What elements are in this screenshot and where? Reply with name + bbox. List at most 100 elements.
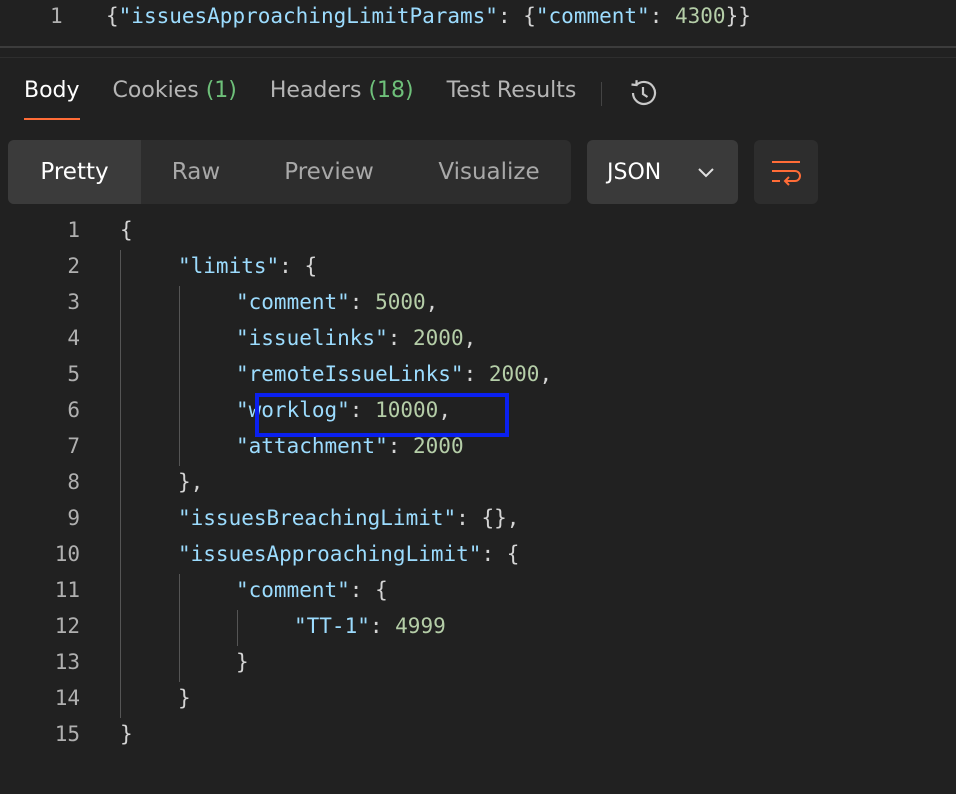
code-text: "TT-1": 4999 bbox=[294, 614, 446, 638]
code-token: 2000 bbox=[413, 434, 464, 458]
line-number: 4 bbox=[67, 326, 80, 350]
code-token: : { bbox=[349, 578, 388, 602]
highlight-box bbox=[255, 393, 509, 437]
code-line: 11 "comment": { bbox=[0, 574, 956, 610]
code-text: "comment": 5000, bbox=[236, 290, 438, 314]
code-token: "issuelinks" bbox=[236, 326, 388, 350]
code-text: "issuelinks": 2000, bbox=[236, 326, 476, 350]
code-text: "issuesApproachingLimit": { bbox=[178, 542, 519, 566]
line-number: 1 bbox=[50, 4, 63, 28]
tab-test-results[interactable]: Test Results bbox=[447, 72, 577, 118]
line-number: 5 bbox=[67, 362, 80, 386]
code-token: : bbox=[649, 4, 675, 28]
view-mode-raw[interactable]: Raw bbox=[141, 140, 251, 204]
code-token: }, bbox=[178, 470, 204, 494]
format-select[interactable]: JSON bbox=[587, 140, 738, 204]
tab-body[interactable]: Body bbox=[24, 72, 80, 120]
request-body-code[interactable]: {"issuesApproachingLimitParams": {"comme… bbox=[106, 4, 751, 28]
code-token: "comment" bbox=[535, 4, 650, 28]
tab-headers[interactable]: Headers (18) bbox=[270, 72, 414, 118]
wrap-lines-icon bbox=[772, 161, 801, 186]
cookies-count: (1) bbox=[205, 78, 237, 103]
code-token: { bbox=[106, 4, 119, 28]
line-number: 7 bbox=[67, 434, 80, 458]
wrap-lines-button[interactable] bbox=[754, 140, 818, 204]
line-number: 9 bbox=[67, 506, 80, 530]
code-text: "attachment": 2000 bbox=[236, 434, 464, 458]
response-body-viewer[interactable]: 1{2 "limits": {3 "comment": 5000, 4 "issueli… bbox=[0, 214, 956, 774]
code-token: 4300 bbox=[674, 4, 726, 28]
code-text: } bbox=[178, 686, 191, 710]
code-token: "issuesApproachingLimitParams" bbox=[118, 4, 498, 28]
code-token: : { bbox=[497, 4, 536, 28]
code-token: : { bbox=[481, 542, 520, 566]
code-line: 4 "issuelinks": 2000, bbox=[0, 322, 956, 358]
code-text: "limits": { bbox=[178, 254, 317, 278]
code-token: : bbox=[369, 614, 396, 638]
code-token: "remoteIssueLinks" bbox=[236, 362, 464, 386]
line-number: 8 bbox=[67, 470, 80, 494]
code-token: 2000 bbox=[488, 362, 540, 386]
code-line: 12 "TT-1": 4999 bbox=[0, 610, 956, 646]
code-token: "attachment" bbox=[236, 434, 388, 458]
line-number: 1 bbox=[67, 218, 80, 242]
response-tabs: Body Cookies (1) Headers (18) Test Resul… bbox=[24, 72, 660, 124]
code-text: } bbox=[236, 650, 249, 674]
code-token: "comment" bbox=[236, 290, 350, 314]
code-text: }, bbox=[178, 470, 203, 494]
tab-cookies[interactable]: Cookies (1) bbox=[113, 72, 237, 118]
code-text: { bbox=[120, 218, 133, 242]
code-token: : bbox=[387, 326, 414, 350]
view-mode-preview[interactable]: Preview bbox=[251, 140, 407, 204]
code-token: "issuesApproachingLimit" bbox=[178, 542, 482, 566]
line-number: 11 bbox=[54, 578, 80, 602]
code-token: , bbox=[463, 326, 477, 350]
code-token: , bbox=[539, 362, 553, 386]
code-token: 2000 bbox=[413, 326, 464, 350]
line-number: 10 bbox=[54, 542, 80, 566]
code-text: "issuesBreachingLimit": {}, bbox=[178, 506, 519, 530]
code-token: : { bbox=[279, 254, 318, 278]
line-number: 6 bbox=[67, 398, 80, 422]
code-line: 3 "comment": 5000, bbox=[0, 286, 956, 322]
code-token: 4999 bbox=[395, 614, 446, 638]
code-token: 5000 bbox=[375, 290, 426, 314]
code-token: : bbox=[463, 362, 489, 386]
tab-separator bbox=[601, 82, 603, 106]
code-line: 13} bbox=[0, 646, 956, 682]
code-line: 15} bbox=[0, 718, 956, 754]
history-icon[interactable] bbox=[626, 76, 660, 110]
code-token: { bbox=[120, 218, 133, 242]
line-number: 3 bbox=[67, 290, 80, 314]
code-line: 14} bbox=[0, 682, 956, 718]
format-selected: JSON bbox=[607, 159, 662, 185]
code-line: 9 "issuesBreachingLimit": {}, bbox=[0, 502, 956, 538]
pane-divider[interactable] bbox=[0, 46, 956, 48]
divider bbox=[0, 57, 956, 58]
code-text: } bbox=[120, 722, 133, 746]
headers-count: (18) bbox=[368, 78, 414, 103]
code-token: : bbox=[387, 434, 414, 458]
view-mode-selector: Pretty Raw Preview Visualize bbox=[8, 140, 571, 204]
code-token: : {}, bbox=[456, 506, 520, 530]
code-text: "comment": { bbox=[236, 578, 388, 602]
line-number: 12 bbox=[54, 614, 80, 638]
code-token: "issuesBreachingLimit" bbox=[178, 506, 457, 530]
view-mode-pretty[interactable]: Pretty bbox=[8, 140, 141, 204]
view-mode-visualize[interactable]: Visualize bbox=[407, 140, 571, 204]
code-token: } bbox=[178, 686, 191, 710]
code-token: , bbox=[425, 290, 439, 314]
code-text: "remoteIssueLinks": 2000, bbox=[236, 362, 552, 386]
code-line: 5 "remoteIssueLinks": 2000, bbox=[0, 358, 956, 394]
code-line: 8}, bbox=[0, 466, 956, 502]
code-token: } bbox=[120, 722, 133, 746]
line-number: 2 bbox=[67, 254, 80, 278]
code-line: 1{ bbox=[0, 214, 956, 250]
code-line: 2 "limits": { bbox=[0, 250, 956, 286]
code-token: "comment" bbox=[236, 578, 350, 602]
code-token: } bbox=[236, 650, 249, 674]
line-number: 14 bbox=[54, 686, 80, 710]
code-token: "TT-1" bbox=[294, 614, 370, 638]
chevron-down-icon bbox=[698, 168, 714, 178]
request-body-editor[interactable]: 1 {"issuesApproachingLimitParams": {"com… bbox=[0, 0, 956, 40]
